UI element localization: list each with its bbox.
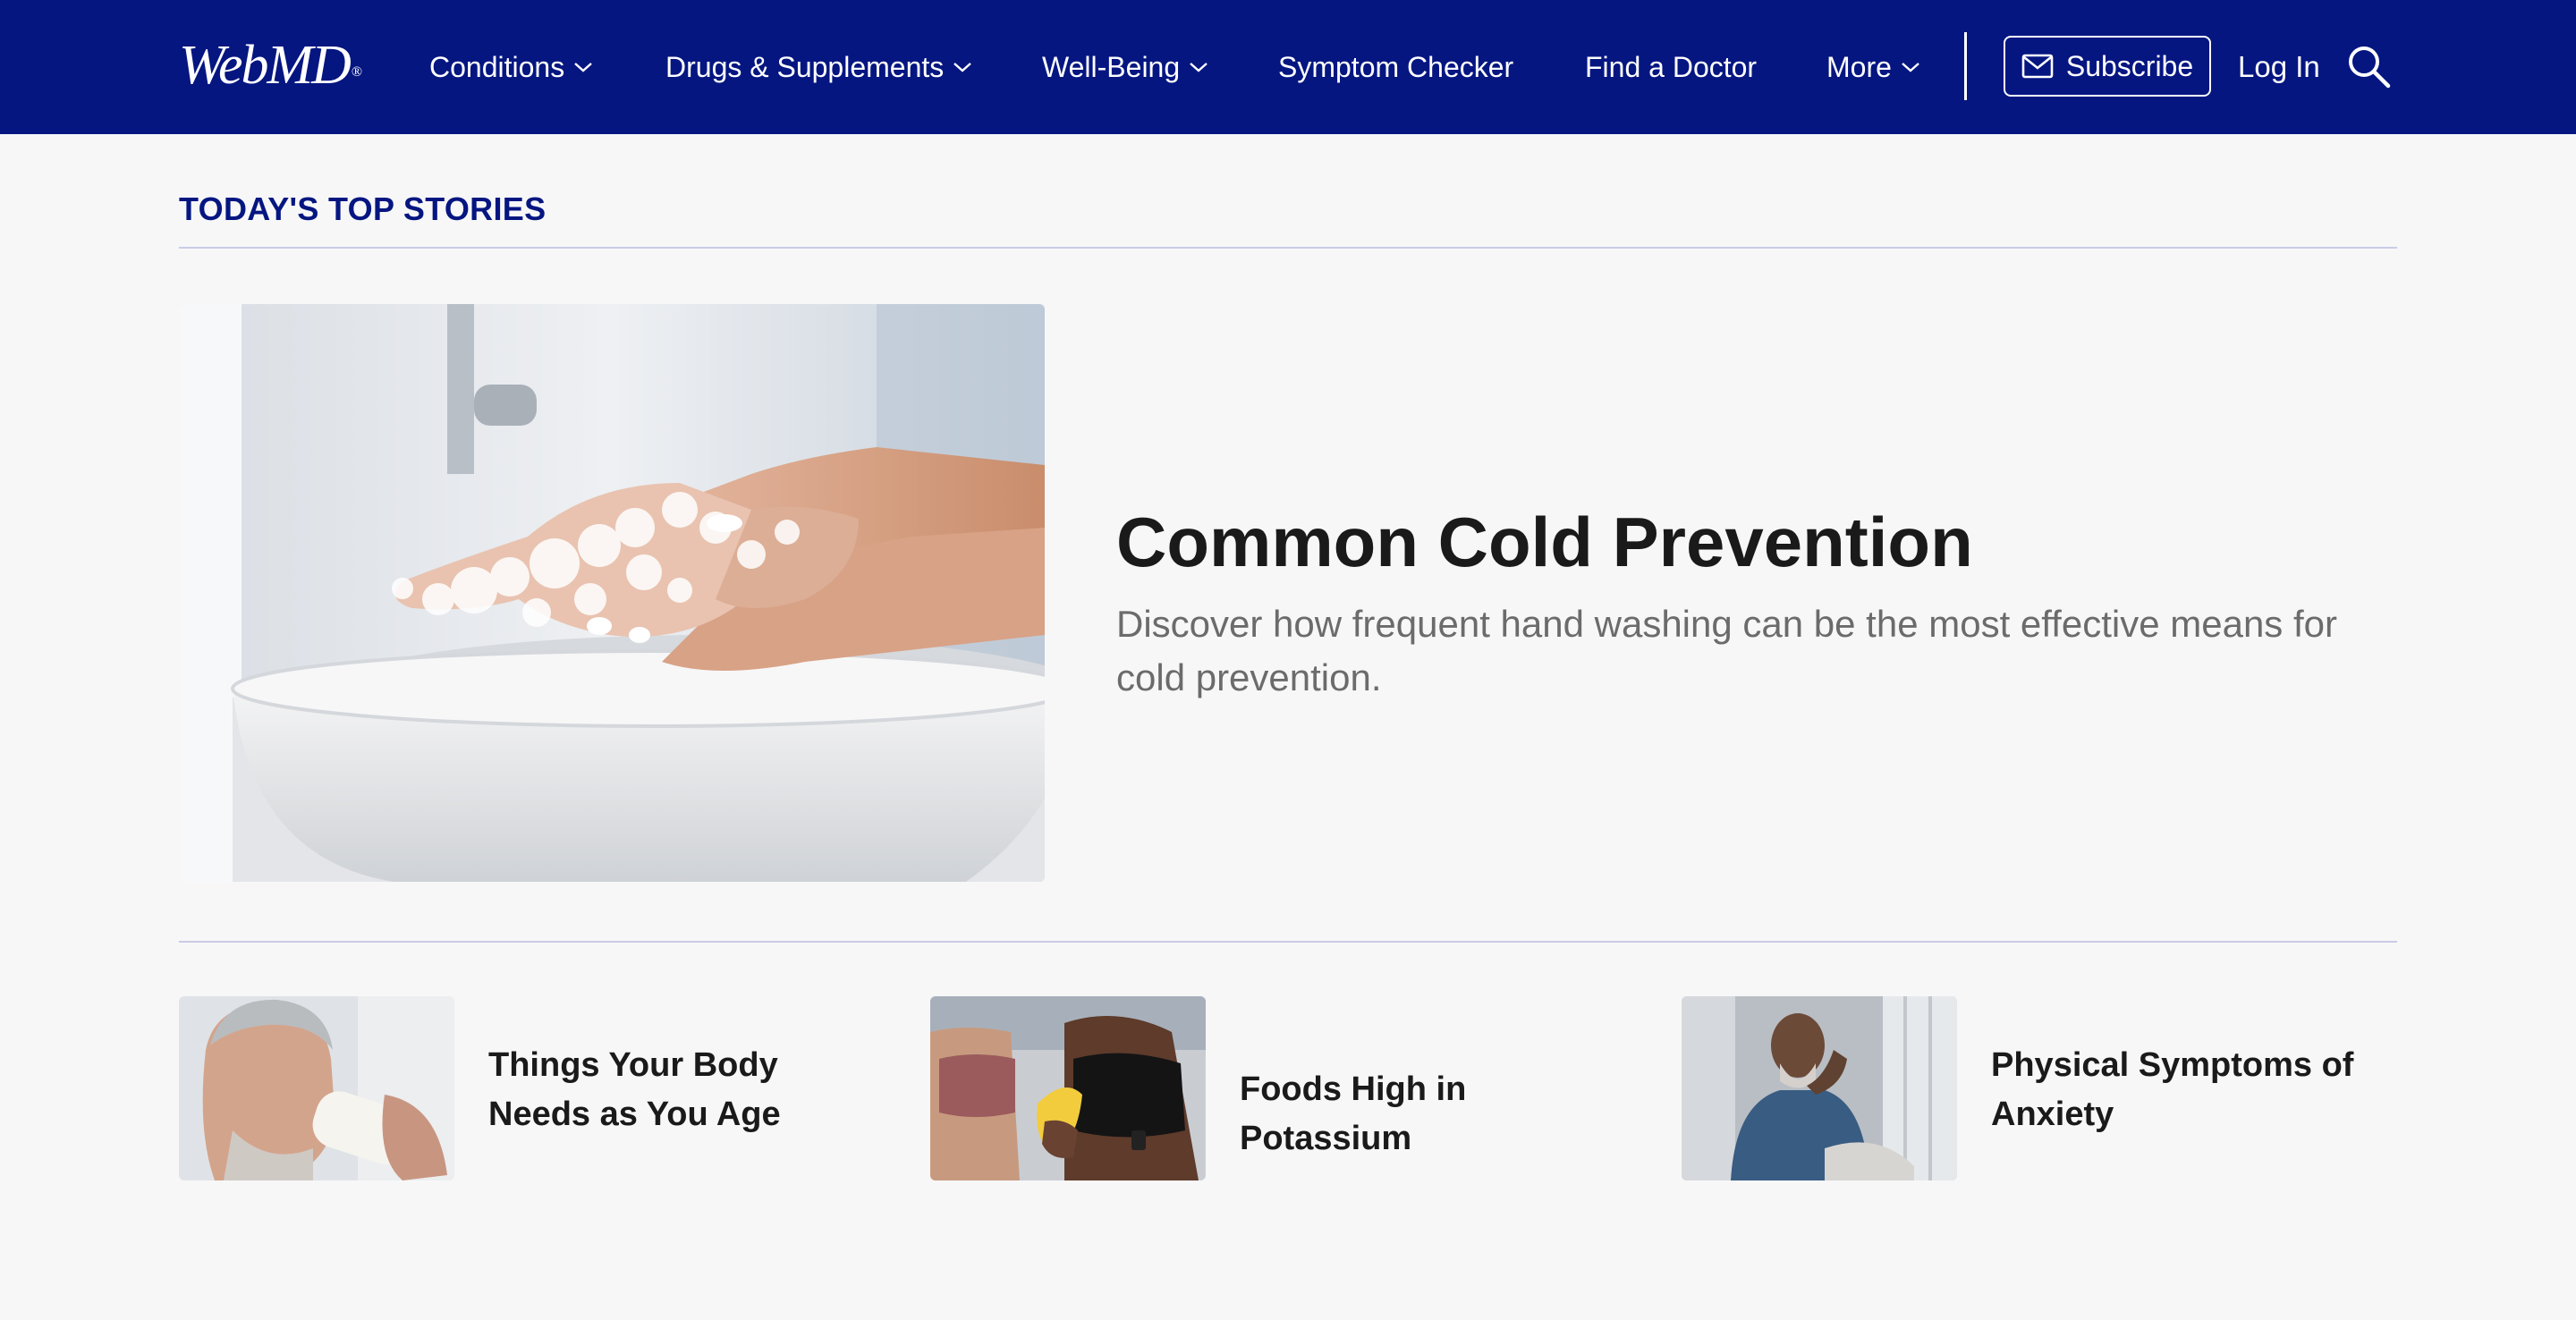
nav-item-drugs-supplements[interactable]: Drugs & Supplements bbox=[665, 43, 972, 91]
nav-item-find-a-doctor[interactable]: Find a Doctor bbox=[1585, 43, 1757, 91]
nav-item-label: Conditions bbox=[429, 51, 565, 83]
man-by-window-photo bbox=[1682, 996, 1957, 1180]
man-drinking-milk-photo bbox=[179, 996, 454, 1180]
nav-item-label: Symptom Checker bbox=[1278, 51, 1514, 83]
section-divider bbox=[179, 247, 2397, 249]
site-header: WebMD ® Conditions Drugs & Supplements We… bbox=[0, 0, 2576, 134]
story-card[interactable]: Physical Symptoms of Anxiety bbox=[1682, 996, 2397, 1180]
logo-text: WebMD bbox=[179, 35, 352, 96]
featured-story-description: Discover how frequent hand washing can b… bbox=[1116, 603, 2337, 698]
section-heading-top-stories: TODAY'S TOP STORIES bbox=[179, 190, 547, 227]
registered-mark: ® bbox=[351, 64, 362, 80]
nav-item-conditions[interactable]: Conditions bbox=[429, 43, 593, 91]
subscribe-button[interactable]: Subscribe bbox=[2004, 36, 2211, 97]
nav-item-label: Drugs & Supplements bbox=[665, 51, 945, 83]
featured-story-title[interactable]: Common Cold Prevention bbox=[1116, 497, 2386, 587]
section-divider bbox=[179, 941, 2397, 943]
nav-item-more[interactable]: More bbox=[1826, 43, 1920, 91]
search-icon[interactable] bbox=[2345, 43, 2392, 89]
story-thumbnail bbox=[1682, 996, 1957, 1180]
hand-washing-photo bbox=[179, 304, 1045, 882]
login-link[interactable]: Log In bbox=[2238, 43, 2320, 91]
chevron-down-icon bbox=[1190, 63, 1208, 72]
nav-item-label: More bbox=[1826, 51, 1892, 83]
women-holding-banana-photo bbox=[930, 996, 1206, 1180]
story-card[interactable]: Foods High in Potassium bbox=[930, 996, 1646, 1180]
nav-item-symptom-checker[interactable]: Symptom Checker bbox=[1278, 43, 1513, 91]
featured-story-image[interactable] bbox=[179, 304, 1045, 882]
story-title: Physical Symptoms of Anxiety bbox=[1991, 1046, 2354, 1133]
nav-item-label: Find a Doctor bbox=[1585, 51, 1758, 83]
story-title: Things Your Body Needs as You Age bbox=[488, 1046, 781, 1133]
nav-divider bbox=[1964, 32, 1967, 100]
webmd-logo[interactable]: WebMD ® bbox=[179, 34, 362, 97]
chevron-down-icon bbox=[953, 63, 972, 72]
story-title: Foods High in Potassium bbox=[1240, 1070, 1467, 1157]
story-thumbnail bbox=[930, 996, 1206, 1180]
story-thumbnail bbox=[179, 996, 454, 1180]
nav-item-label: Well-Being bbox=[1042, 51, 1181, 83]
subscribe-label: Subscribe bbox=[2065, 49, 2194, 82]
nav-item-well-being[interactable]: Well-Being bbox=[1042, 43, 1208, 91]
chevron-down-icon bbox=[574, 63, 593, 72]
story-card[interactable]: Things Your Body Needs as You Age bbox=[179, 996, 894, 1180]
chevron-down-icon bbox=[1902, 63, 1919, 72]
mail-icon bbox=[2021, 54, 2054, 79]
